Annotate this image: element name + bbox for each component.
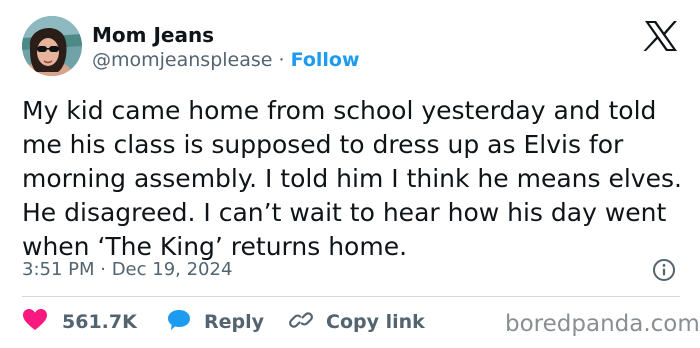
speech-bubble-icon xyxy=(166,308,192,336)
info-icon[interactable] xyxy=(652,258,676,282)
author-handle[interactable]: @momjeansplease xyxy=(92,49,272,71)
author-name[interactable]: Mom Jeans xyxy=(92,23,214,47)
like-button[interactable]: 561.7K xyxy=(22,308,137,336)
handle-separator: · xyxy=(278,49,285,71)
avatar[interactable] xyxy=(22,16,82,76)
copy-link-button[interactable]: Copy link xyxy=(288,308,425,336)
reply-button[interactable]: Reply xyxy=(166,308,264,336)
copy-link-label: Copy link xyxy=(326,311,425,333)
reply-label: Reply xyxy=(204,311,265,333)
tweet-card: Mom Jeans @momjeansplease · Follow My ki… xyxy=(0,0,700,348)
heart-icon xyxy=(22,308,48,336)
follow-button[interactable]: Follow xyxy=(291,49,360,71)
watermark: boredpanda.com xyxy=(505,311,700,337)
tweet-text: My kid came home from school yesterday a… xyxy=(22,96,682,261)
link-icon xyxy=(288,308,314,336)
x-logo-icon[interactable] xyxy=(643,20,679,52)
divider xyxy=(22,296,680,297)
like-count: 561.7K xyxy=(62,311,137,333)
tweet-timestamp[interactable]: 3:51 PM · Dec 19, 2024 xyxy=(22,258,232,282)
author-handle-row: @momjeansplease · Follow xyxy=(92,48,360,72)
